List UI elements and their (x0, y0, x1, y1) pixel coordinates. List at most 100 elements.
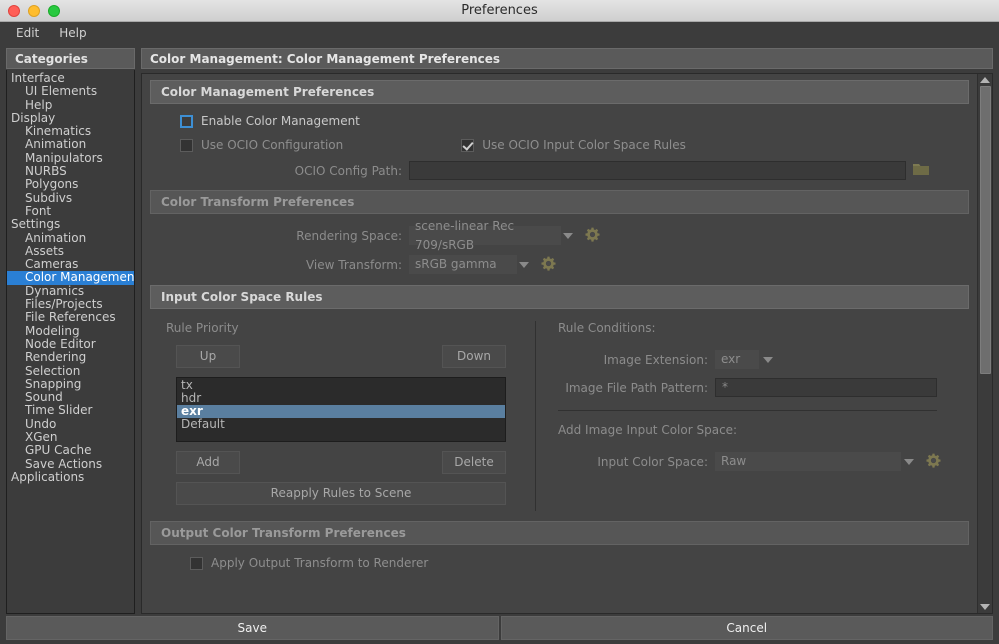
sidebar-item-file-references[interactable]: File References (7, 311, 134, 325)
sidebar-item-undo[interactable]: Undo (7, 417, 134, 431)
use-ocio-configuration-checkbox[interactable] (180, 138, 193, 152)
move-rule-up-button[interactable]: Up (176, 345, 240, 368)
file-path-pattern-label: Image File Path Pattern: (565, 380, 708, 395)
apply-output-transform-row[interactable]: Apply Output Transform to Renderer (190, 556, 969, 570)
gear-icon[interactable] (926, 453, 941, 471)
rule-list-item[interactable]: Default (177, 418, 505, 431)
chevron-down-icon[interactable] (563, 232, 573, 239)
rendering-space-value: scene-linear Rec 709/sRGB (415, 218, 515, 252)
add-rule-button[interactable]: Add (176, 451, 240, 474)
rule-move-buttons: Up Down (176, 345, 506, 368)
sidebar-item-cameras[interactable]: Cameras (7, 257, 134, 271)
input-color-space-row: Input Color Space: Raw (558, 452, 969, 471)
cancel-button[interactable]: Cancel (500, 616, 993, 640)
sidebar-item-interface[interactable]: Interface (7, 71, 134, 85)
rendering-space-row: Rendering Space: scene-linear Rec 709/sR… (150, 219, 969, 252)
chevron-down-icon[interactable] (519, 261, 529, 268)
sidebar-item-time-slider[interactable]: Time Slider (7, 404, 134, 418)
section-color-management-preferences: Color Management Preferences (150, 80, 969, 104)
apply-output-transform-checkbox[interactable] (190, 556, 203, 570)
categories-header: Categories (6, 48, 135, 69)
rendering-space-dropdown[interactable]: scene-linear Rec 709/sRGB (409, 219, 561, 252)
categories-list[interactable]: Interface UI Elements Help Display Kinematic… (6, 70, 135, 614)
sidebar-item-modeling[interactable]: Modeling (7, 324, 134, 338)
rule-list-item[interactable]: exr (177, 405, 505, 418)
file-path-pattern-row: Image File Path Pattern: * (558, 378, 969, 397)
enable-color-management-row[interactable]: Enable Color Management (180, 114, 969, 128)
vertical-scrollbar[interactable] (977, 74, 992, 613)
rule-list-item[interactable]: hdr (177, 392, 505, 405)
sidebar-item-font[interactable]: Font (7, 204, 134, 218)
sidebar-item-animation[interactable]: Animation (7, 231, 134, 245)
sidebar-item-gpu-cache[interactable]: GPU Cache (7, 444, 134, 458)
sidebar-item-snapping[interactable]: Snapping (7, 377, 134, 391)
rule-list-item[interactable]: tx (177, 379, 505, 392)
sidebar-item-save-actions[interactable]: Save Actions (7, 457, 134, 471)
sidebar-item-nurbs[interactable]: NURBS (7, 164, 134, 178)
sidebar-item-kinematics[interactable]: Kinematics (7, 124, 134, 138)
sidebar-item-xgen[interactable]: XGen (7, 430, 134, 444)
dialog-body: Categories Interface UI Elements Help Displ… (0, 44, 999, 614)
section-input-color-space-rules: Input Color Space Rules (150, 285, 969, 309)
use-ocio-input-rules-checkbox[interactable] (461, 138, 475, 152)
sidebar-item-ui-elements[interactable]: UI Elements (7, 84, 134, 98)
rendering-space-label: Rendering Space: (296, 228, 402, 243)
move-rule-down-button[interactable]: Down (442, 345, 506, 368)
image-extension-dropdown[interactable]: exr (715, 350, 759, 369)
add-input-color-space-label: Add Image Input Color Space: (558, 423, 738, 437)
sidebar-item-sound[interactable]: Sound (7, 390, 134, 404)
input-color-space-value: Raw (721, 454, 747, 468)
image-extension-row: Image Extension: exr (558, 350, 969, 369)
sidebar-item-node-editor[interactable]: Node Editor (7, 337, 134, 351)
enable-color-management-label: Enable Color Management (201, 114, 360, 128)
sidebar-item-applications[interactable]: Applications (7, 470, 134, 484)
sidebar-item-display[interactable]: Display (7, 111, 134, 125)
menu-edit[interactable]: Edit (8, 24, 47, 42)
view-transform-label: View Transform: (305, 257, 402, 272)
view-transform-dropdown[interactable]: sRGB gamma (409, 255, 517, 274)
rules-columns: Rule Priority Up Down tx hdr exr Default Ad… (150, 321, 969, 511)
gear-icon[interactable] (541, 256, 556, 274)
scrollbar-thumb[interactable] (979, 86, 991, 375)
rule-conditions-column: Rule Conditions: Image Extension: exr Im… (536, 321, 969, 511)
sidebar-item-dynamics[interactable]: Dynamics (7, 284, 134, 298)
view-transform-value: sRGB gamma (415, 257, 497, 271)
window-titlebar: Preferences (0, 0, 999, 22)
input-color-space-dropdown[interactable]: Raw (715, 452, 901, 471)
sidebar-item-subdivs[interactable]: Subdivs (7, 191, 134, 205)
sidebar-item-color-management[interactable]: Color Management (7, 271, 134, 285)
sidebar-item-help[interactable]: Help (7, 98, 134, 112)
enable-color-management-checkbox[interactable] (180, 114, 193, 128)
sidebar-item-settings[interactable]: Settings (7, 217, 134, 231)
scrollbar-track[interactable] (979, 86, 991, 601)
section-color-transform-preferences: Color Transform Preferences (150, 190, 969, 214)
rule-priority-column: Rule Priority Up Down tx hdr exr Default Ad… (150, 321, 535, 511)
save-button[interactable]: Save (6, 616, 499, 640)
rule-priority-list[interactable]: tx hdr exr Default (176, 377, 506, 442)
dialog-footer: Save Cancel (0, 614, 999, 644)
file-path-pattern-input[interactable]: * (715, 378, 937, 397)
ocio-config-path-row: OCIO Config Path: (150, 161, 969, 180)
apply-output-transform-label: Apply Output Transform to Renderer (211, 556, 429, 570)
sidebar-item-animation[interactable]: Animation (7, 138, 134, 152)
menu-help[interactable]: Help (51, 24, 94, 42)
scroll-down-arrow-icon[interactable] (980, 604, 990, 610)
gear-icon[interactable] (585, 227, 600, 245)
sidebar-item-rendering[interactable]: Rendering (7, 350, 134, 364)
rule-edit-buttons: Add Delete (176, 451, 506, 474)
menu-bar: Edit Help (0, 22, 999, 44)
ocio-config-path-input[interactable] (409, 161, 906, 180)
scroll-up-arrow-icon[interactable] (980, 77, 990, 83)
sidebar-item-polygons[interactable]: Polygons (7, 178, 134, 192)
sidebar-item-manipulators[interactable]: Manipulators (7, 151, 134, 165)
delete-rule-button[interactable]: Delete (442, 451, 506, 474)
sidebar-item-files-projects[interactable]: Files/Projects (7, 297, 134, 311)
reapply-rules-button[interactable]: Reapply Rules to Scene (176, 482, 506, 505)
sidebar-item-assets[interactable]: Assets (7, 244, 134, 258)
image-extension-label: Image Extension: (603, 352, 708, 367)
folder-icon[interactable] (913, 162, 929, 179)
chevron-down-icon[interactable] (763, 356, 773, 363)
chevron-down-icon[interactable] (904, 458, 914, 465)
sidebar-item-selection[interactable]: Selection (7, 364, 134, 378)
rule-priority-label: Rule Priority (166, 321, 239, 335)
